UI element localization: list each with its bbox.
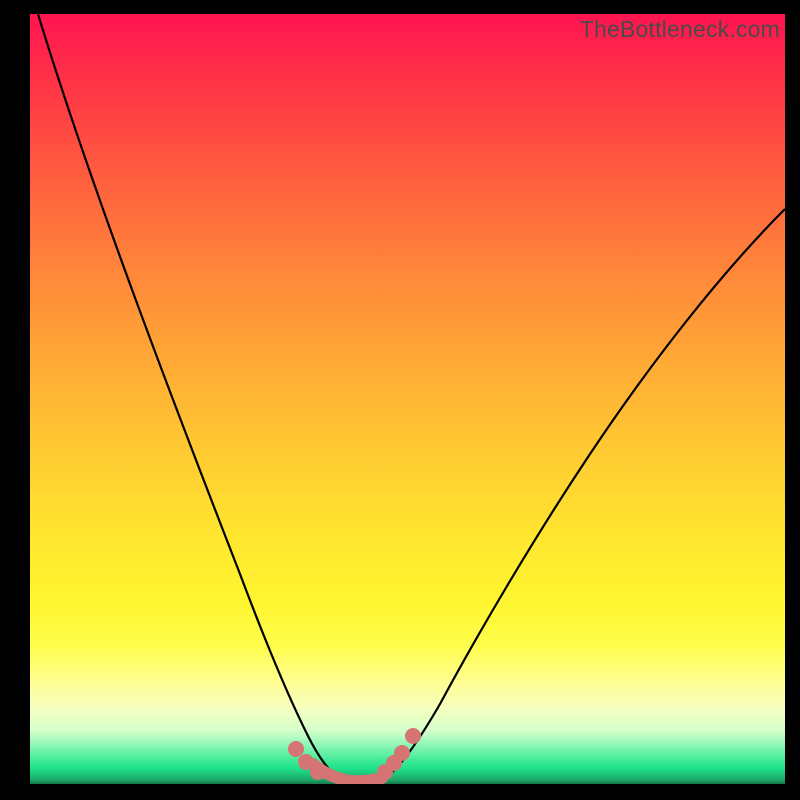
marker-dot xyxy=(405,728,421,744)
marker-dot xyxy=(310,764,326,780)
right-curve xyxy=(360,209,785,782)
marker-dot xyxy=(394,745,410,761)
marker-dot xyxy=(288,741,304,757)
left-curve xyxy=(38,14,360,782)
chart-plot-area xyxy=(30,14,785,784)
watermark-text: TheBottleneck.com xyxy=(580,16,780,43)
chart-svg xyxy=(30,14,785,784)
